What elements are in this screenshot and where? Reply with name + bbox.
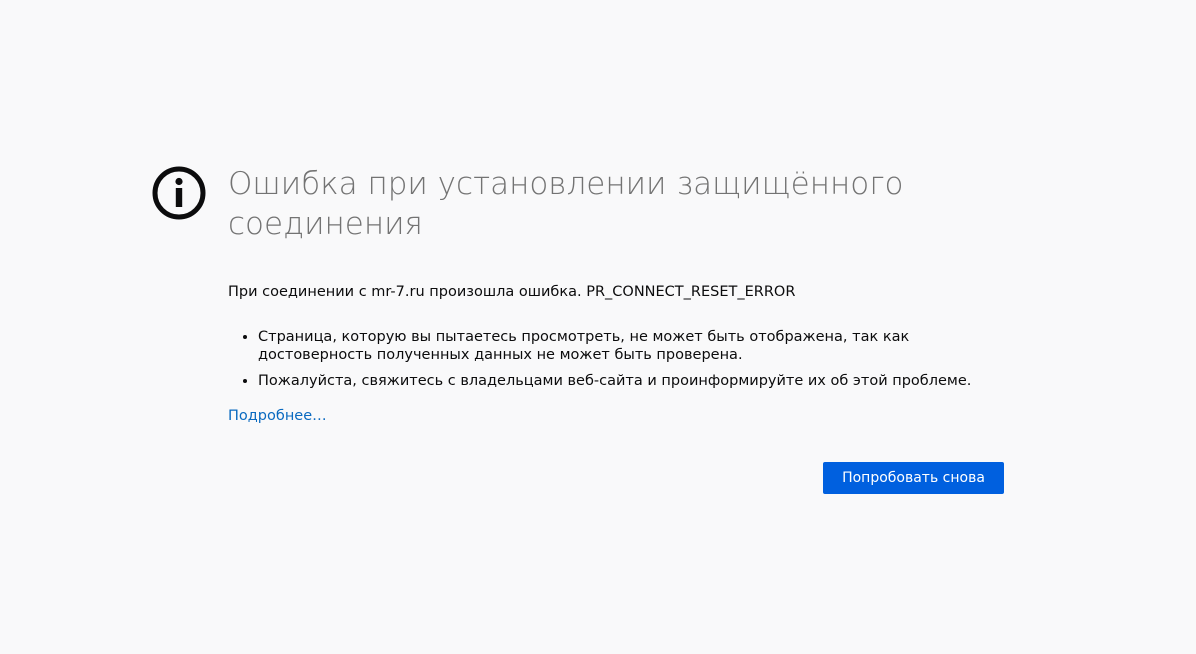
error-short-description: При соединении с mr-7.ru произошла ошибк… — [228, 284, 796, 300]
list-item: Страница, которую вы пытаетесь просмотре… — [258, 328, 1004, 364]
learn-more-link[interactable]: Подробнее… — [228, 406, 327, 426]
error-page: Ошибка при установлении защищённого соед… — [0, 0, 1196, 654]
button-row: Попробовать снова — [228, 462, 1004, 494]
list-item: Пожалуйста, свяжитесь с владельцами веб-… — [258, 372, 1004, 390]
error-content: Ошибка при установлении защищённого соед… — [228, 164, 1004, 494]
page-title: Ошибка при установлении защищённого соед… — [228, 166, 904, 242]
error-reasons-list: Страница, которую вы пытаетесь просмотре… — [228, 328, 1004, 390]
try-again-button[interactable]: Попробовать снова — [823, 462, 1004, 494]
info-icon — [152, 166, 206, 220]
